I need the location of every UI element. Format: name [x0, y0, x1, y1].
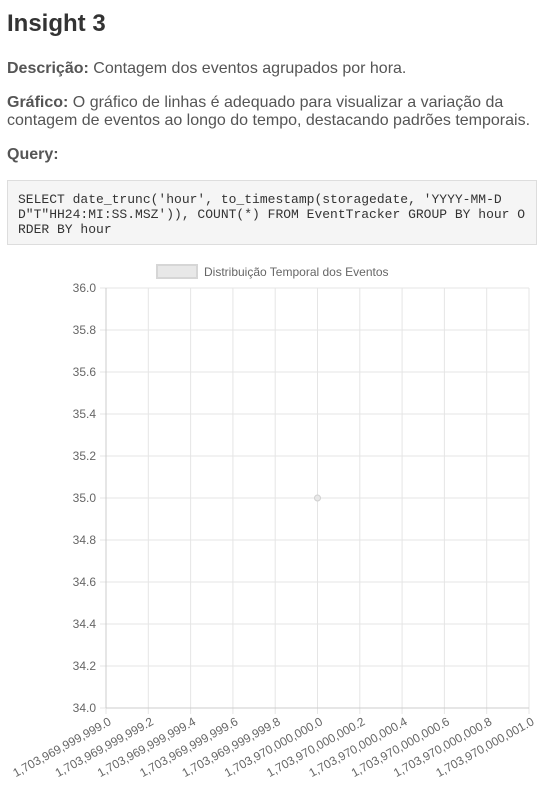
y-tick-label: 34.4: [73, 617, 97, 631]
chart-text: O gráfico de linhas é adequado para visu…: [7, 94, 531, 129]
chart-legend: Distribuição Temporal dos Eventos: [156, 264, 389, 279]
legend-label: Distribuição Temporal dos Eventos: [204, 265, 389, 279]
chart-paragraph: Gráfico: O gráfico de linhas é adequado …: [7, 94, 537, 130]
description-paragraph: Descrição: Contagem dos eventos agrupado…: [7, 60, 537, 78]
query-label: Query:: [7, 146, 59, 163]
y-tick-label: 35.8: [73, 323, 97, 337]
y-tick-label: 34.8: [73, 533, 97, 547]
line-chart: Distribuição Temporal dos Eventos 34.034…: [10, 264, 537, 780]
insight-title: Insight 3: [7, 10, 106, 37]
query-paragraph: Query:: [7, 146, 537, 164]
chart-grid: [100, 287, 530, 714]
y-tick-label: 36.0: [73, 281, 97, 295]
y-tick-label: 34.6: [73, 575, 97, 589]
query-code: SELECT date_trunc('hour', to_timestamp(s…: [18, 192, 526, 237]
y-tick-label: 35.6: [73, 365, 97, 379]
legend-swatch: [156, 264, 198, 279]
y-tick-label: 34.2: [73, 659, 97, 673]
y-tick-label: 35.0: [73, 491, 97, 505]
query-code-block: SELECT date_trunc('hour', to_timestamp(s…: [7, 180, 537, 245]
description-text: Contagem dos eventos agrupados por hora.: [93, 60, 407, 77]
y-tick-label: 34.0: [73, 701, 97, 715]
description-label: Descrição:: [7, 60, 89, 77]
chart-label: Gráfico:: [7, 94, 69, 111]
y-axis-ticks: 34.0 34.2 34.4 34.6 34.8 35.0 35.2 35.4 35.6 35.8…: [73, 281, 97, 715]
y-tick-label: 35.2: [73, 449, 97, 463]
x-axis-ticks: 1,703,969,999,999.01,703,969,999,999.21,…: [10, 714, 536, 780]
y-tick-label: 35.4: [73, 407, 97, 421]
chart-series: [314, 494, 321, 502]
data-point: [314, 494, 321, 502]
